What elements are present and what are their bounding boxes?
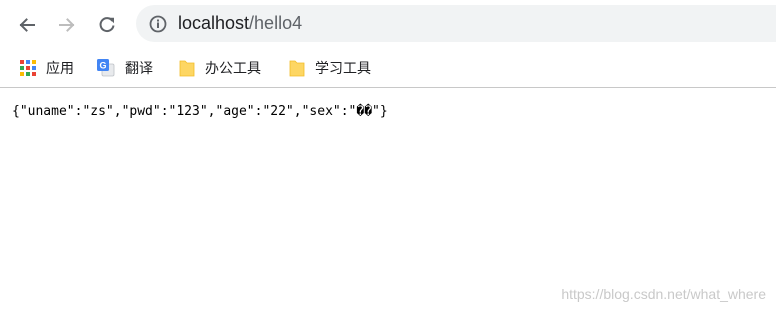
bookmark-translate[interactable]: G 翻译	[97, 49, 153, 87]
browser-window: localhost/hello4 应用 G 翻译 办公工具 学习工具 {"una…	[0, 0, 776, 312]
bookmark-label: 翻译	[125, 61, 153, 77]
bookmark-folder-office[interactable]: 办公工具	[179, 49, 261, 87]
arrow-right-icon	[59, 18, 75, 32]
reload-icon	[99, 17, 115, 33]
url-text[interactable]: localhost/hello4	[178, 12, 302, 34]
bookmarks-bar: 应用 G 翻译 办公工具 学习工具	[0, 49, 776, 88]
bookmark-label: 学习工具	[315, 61, 371, 77]
google-translate-icon: G	[97, 59, 115, 77]
bookmark-label: 应用	[46, 61, 74, 77]
folder-icon	[179, 60, 195, 77]
reload-button[interactable]	[92, 10, 122, 40]
apps-grid-icon	[20, 60, 36, 76]
url-path: /hello4	[249, 13, 303, 33]
forward-button[interactable]	[52, 10, 82, 40]
arrow-left-icon	[19, 18, 35, 32]
json-response-text: {"uname":"zs","pwd":"123","age":"22","se…	[12, 104, 388, 119]
url-host: localhost	[178, 13, 250, 33]
browser-toolbar: localhost/hello4	[0, 0, 776, 49]
folder-icon	[289, 60, 305, 77]
bookmark-folder-study[interactable]: 学习工具	[289, 49, 371, 87]
watermark: https://blog.csdn.net/what_where	[561, 286, 766, 302]
bookmark-label: 办公工具	[205, 61, 261, 77]
bookmark-apps[interactable]: 应用	[20, 49, 74, 87]
address-bar[interactable]: localhost/hello4	[136, 5, 776, 42]
svg-text:G: G	[99, 61, 106, 71]
back-button[interactable]	[12, 10, 42, 40]
info-icon[interactable]	[148, 14, 168, 34]
